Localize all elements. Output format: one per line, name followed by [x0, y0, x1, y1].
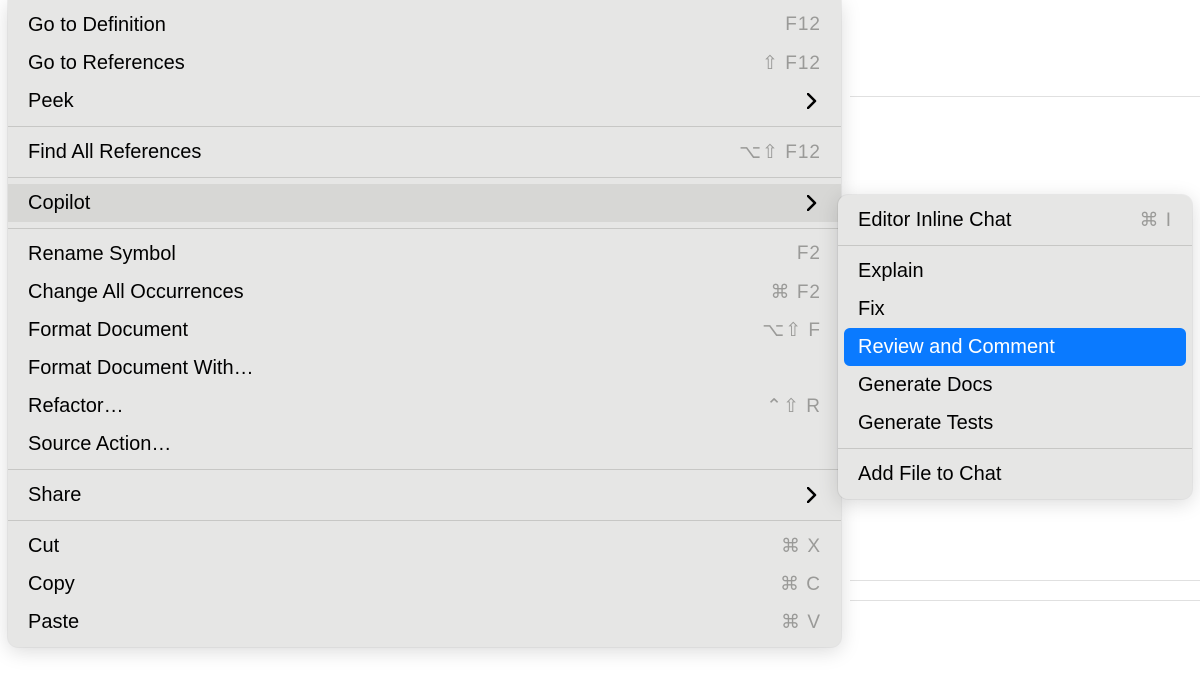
- menu-item-label: Copilot: [28, 192, 90, 215]
- menu-item-right: ⌃⇧ R: [766, 395, 821, 418]
- menu-item-peek[interactable]: Peek: [8, 82, 841, 120]
- copilot-submenu: Editor Inline Chat ⌘ I Explain Fix Review an…: [838, 195, 1192, 499]
- menu-item-label: Rename Symbol: [28, 243, 176, 266]
- menu-item-shortcut: F2: [797, 243, 821, 265]
- menu-item-cut[interactable]: Cut ⌘ X: [8, 527, 841, 565]
- menu-item-label: Cut: [28, 535, 59, 558]
- context-menu: Go to Definition F12 Go to References ⇧ F12…: [8, 0, 841, 647]
- menu-item-label: Source Action…: [28, 433, 171, 456]
- submenu-item-editor-inline-chat[interactable]: Editor Inline Chat ⌘ I: [838, 201, 1192, 239]
- menu-separator: [8, 126, 841, 127]
- submenu-item-generate-docs[interactable]: Generate Docs: [838, 366, 1192, 404]
- menu-item-right: ⇧ F12: [762, 52, 821, 75]
- menu-item-format-document-with[interactable]: Format Document With…: [8, 349, 841, 387]
- submenu-item-label: Generate Docs: [858, 374, 993, 397]
- menu-item-shortcut: F12: [785, 14, 821, 36]
- menu-item-right: F2: [797, 243, 821, 265]
- submenu-item-shortcut: ⌘ I: [1139, 209, 1172, 232]
- menu-item-find-all-references[interactable]: Find All References ⌥⇧ F12: [8, 133, 841, 171]
- menu-item-label: Peek: [28, 90, 74, 113]
- menu-item-right: F12: [785, 14, 821, 36]
- submenu-item-label: Fix: [858, 298, 885, 321]
- menu-separator: [838, 448, 1192, 449]
- menu-item-label: Format Document: [28, 319, 188, 342]
- menu-item-right: ⌥⇧ F12: [739, 141, 821, 164]
- menu-item-label: Copy: [28, 573, 75, 596]
- menu-item-right: [803, 486, 821, 504]
- submenu-item-label: Explain: [858, 260, 924, 283]
- menu-item-label: Share: [28, 484, 81, 507]
- chevron-right-icon: [803, 486, 821, 504]
- menu-item-change-all-occurrences[interactable]: Change All Occurrences ⌘ F2: [8, 273, 841, 311]
- menu-item-right: ⌘ X: [781, 535, 821, 558]
- chevron-right-icon: [803, 194, 821, 212]
- menu-item-label: Go to References: [28, 52, 185, 75]
- menu-item-label: Paste: [28, 611, 79, 634]
- menu-separator: [8, 177, 841, 178]
- menu-item-shortcut: ⌘ X: [781, 535, 821, 558]
- menu-item-shortcut: ⌘ V: [781, 611, 821, 634]
- menu-item-label: Format Document With…: [28, 357, 254, 380]
- menu-item-label: Change All Occurrences: [28, 281, 244, 304]
- menu-item-label: Go to Definition: [28, 14, 166, 37]
- menu-item-label: Refactor…: [28, 395, 124, 418]
- menu-item-shortcut: ⇧ F12: [762, 52, 821, 75]
- menu-item-right: ⌥⇧ F: [762, 319, 821, 342]
- submenu-item-label: Add File to Chat: [858, 463, 1001, 486]
- submenu-item-fix[interactable]: Fix: [838, 290, 1192, 328]
- menu-item-shortcut: ⌘ F2: [771, 281, 821, 304]
- menu-separator: [8, 228, 841, 229]
- chevron-right-icon: [803, 92, 821, 110]
- submenu-item-explain[interactable]: Explain: [838, 252, 1192, 290]
- menu-item-rename-symbol[interactable]: Rename Symbol F2: [8, 235, 841, 273]
- submenu-item-label: Review and Comment: [858, 336, 1055, 359]
- menu-item-refactor[interactable]: Refactor… ⌃⇧ R: [8, 387, 841, 425]
- menu-separator: [8, 469, 841, 470]
- menu-item-go-to-references[interactable]: Go to References ⇧ F12: [8, 44, 841, 82]
- menu-item-copy[interactable]: Copy ⌘ C: [8, 565, 841, 603]
- submenu-item-add-file-to-chat[interactable]: Add File to Chat: [838, 455, 1192, 493]
- menu-separator: [838, 245, 1192, 246]
- menu-item-shortcut: ⌥⇧ F12: [739, 141, 821, 164]
- submenu-item-label: Editor Inline Chat: [858, 209, 1011, 232]
- menu-item-source-action[interactable]: Source Action…: [8, 425, 841, 463]
- menu-item-right: ⌘ V: [781, 611, 821, 634]
- menu-separator: [8, 520, 841, 521]
- menu-item-shortcut: ⌥⇧ F: [762, 319, 821, 342]
- menu-item-right: [803, 92, 821, 110]
- submenu-item-label: Generate Tests: [858, 412, 993, 435]
- menu-item-copilot[interactable]: Copilot: [8, 184, 841, 222]
- menu-item-right: ⌘ C: [780, 573, 821, 596]
- menu-item-format-document[interactable]: Format Document ⌥⇧ F: [8, 311, 841, 349]
- menu-item-right: ⌘ F2: [771, 281, 821, 304]
- menu-item-label: Find All References: [28, 141, 201, 164]
- menu-item-share[interactable]: Share: [8, 476, 841, 514]
- menu-item-right: [803, 194, 821, 212]
- submenu-item-generate-tests[interactable]: Generate Tests: [838, 404, 1192, 442]
- menu-item-go-to-definition[interactable]: Go to Definition F12: [8, 6, 841, 44]
- menu-item-shortcut: ⌘ C: [780, 573, 821, 596]
- menu-item-shortcut: ⌃⇧ R: [766, 395, 821, 418]
- menu-item-paste[interactable]: Paste ⌘ V: [8, 603, 841, 641]
- submenu-item-review-and-comment[interactable]: Review and Comment: [844, 328, 1186, 366]
